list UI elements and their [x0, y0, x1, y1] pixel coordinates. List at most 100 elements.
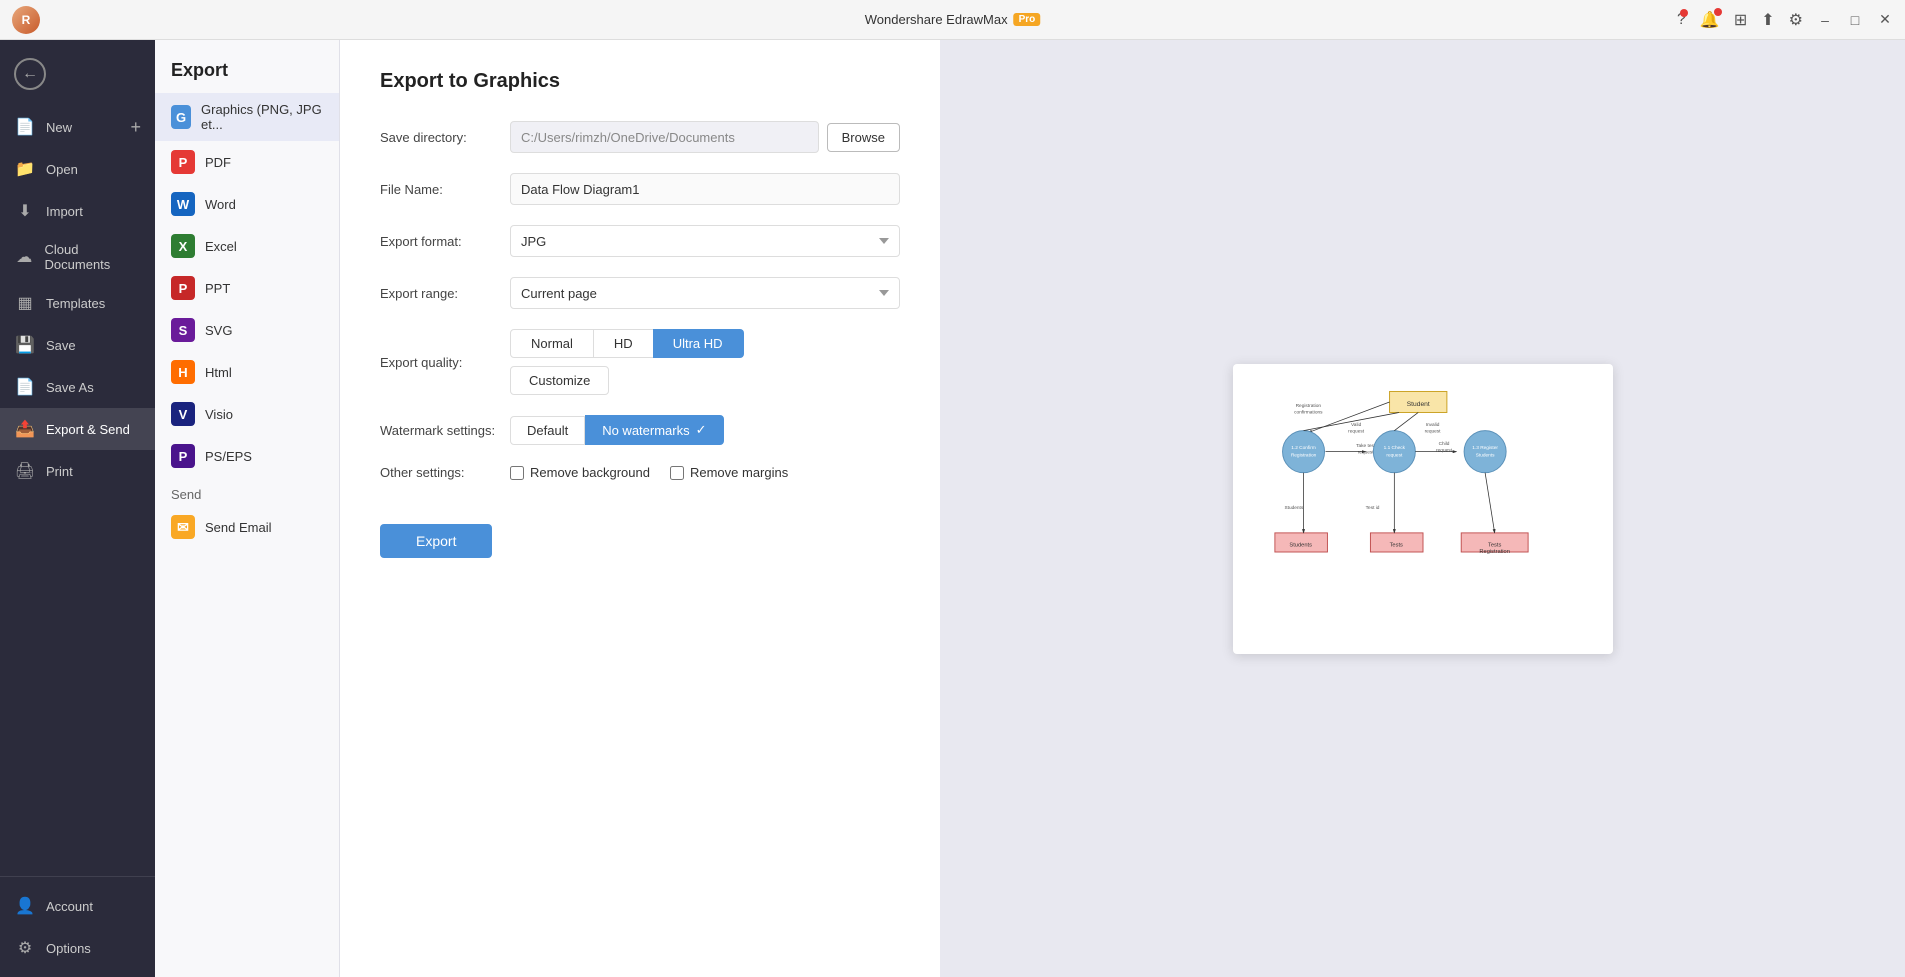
remove-background-item[interactable]: Remove background: [510, 465, 650, 480]
export-item-word[interactable]: W Word: [155, 183, 339, 225]
export-subnav: Export G Graphics (PNG, JPG et... P PDF …: [155, 40, 340, 977]
sidebar-bottom: 👤 Account ⚙ Options: [0, 876, 155, 969]
sidebar-templates-label: Templates: [46, 296, 105, 311]
export-item-svg[interactable]: S SVG: [155, 309, 339, 351]
export-form-title: Export to Graphics: [380, 70, 900, 93]
share-icon[interactable]: ⬆: [1761, 10, 1774, 30]
remove-margins-checkbox[interactable]: [670, 466, 684, 480]
open-icon: 📁: [14, 158, 36, 180]
svg-label: SVG: [205, 323, 232, 338]
templates-icon: ▦: [14, 292, 36, 314]
export-quality-controls: Normal HD Ultra HD Customize: [510, 329, 744, 395]
minimize-button[interactable]: –: [1817, 12, 1833, 28]
close-button[interactable]: ✕: [1877, 12, 1893, 28]
remove-margins-item[interactable]: Remove margins: [670, 465, 788, 480]
export-item-pdf[interactable]: P PDF: [155, 141, 339, 183]
notification-icon-wrapper[interactable]: 🔔: [1700, 10, 1720, 30]
email-icon: ✉: [171, 515, 195, 539]
export-format-select[interactable]: JPG PNG BMP SVG PDF: [510, 225, 900, 257]
export-item-excel[interactable]: X Excel: [155, 225, 339, 267]
svg-text:Registration: Registration: [1479, 548, 1510, 554]
svg-text:request: request: [1348, 428, 1365, 434]
ps-icon: P: [171, 444, 195, 468]
svg-text:Students: Students: [1289, 542, 1312, 548]
watermark-row: Watermark settings: Default No watermark…: [380, 415, 900, 445]
sidebar-item-back[interactable]: ←: [0, 48, 155, 106]
save-directory-input[interactable]: [510, 121, 819, 153]
watermark-label: Watermark settings:: [380, 423, 510, 438]
svg-text:Tests: Tests: [1389, 542, 1402, 548]
sidebar-item-account[interactable]: 👤 Account: [0, 885, 155, 927]
svg-text:1.1 Check: 1.1 Check: [1383, 444, 1405, 450]
export-item-ps[interactable]: P PS/EPS: [155, 435, 339, 477]
sidebar-item-templates[interactable]: ▦ Templates: [0, 282, 155, 324]
export-item-graphics[interactable]: G Graphics (PNG, JPG et...: [155, 93, 339, 141]
export-range-select[interactable]: Current page All pages Selected region: [510, 277, 900, 309]
new-icon: 📄: [14, 116, 36, 138]
sidebar-item-options[interactable]: ⚙ Options: [0, 927, 155, 969]
titlebar-left: R: [12, 6, 40, 34]
pdf-icon: P: [171, 150, 195, 174]
remove-background-checkbox[interactable]: [510, 466, 524, 480]
export-item-ppt[interactable]: P PPT: [155, 267, 339, 309]
other-settings-checkboxes: Remove background Remove margins: [510, 465, 788, 480]
quality-hd-button[interactable]: HD: [594, 329, 653, 358]
sidebar-item-cloud[interactable]: ☁ Cloud Documents: [0, 232, 155, 282]
svg-text:request: request: [1357, 449, 1374, 455]
sidebar-item-export[interactable]: 📤 Export & Send: [0, 408, 155, 450]
export-quality-row: Export quality: Normal HD Ultra HD Custo…: [380, 329, 900, 395]
apps-icon[interactable]: ⊞: [1734, 10, 1747, 30]
export-item-html[interactable]: H Html: [155, 351, 339, 393]
remove-margins-label: Remove margins: [690, 465, 788, 480]
quality-ultrahd-button[interactable]: Ultra HD: [653, 329, 744, 358]
svg-text:Registration: Registration: [1295, 402, 1321, 408]
help-notif-dot: [1680, 9, 1688, 17]
browse-button[interactable]: Browse: [827, 123, 900, 152]
sidebar-item-saveas[interactable]: 📄 Save As: [0, 366, 155, 408]
customize-button[interactable]: Customize: [510, 366, 609, 395]
sidebar-item-import[interactable]: ⬇ Import: [0, 190, 155, 232]
svg-text:Test id: Test id: [1365, 505, 1379, 511]
file-name-row: File Name:: [380, 173, 900, 205]
export-icon: 📤: [14, 418, 36, 440]
sidebar-item-save[interactable]: 💾 Save: [0, 324, 155, 366]
sidebar-item-open[interactable]: 📁 Open: [0, 148, 155, 190]
settings-icon[interactable]: ⚙: [1789, 10, 1803, 30]
quality-group: Normal HD Ultra HD: [510, 329, 744, 358]
svg-text:Valid: Valid: [1350, 421, 1361, 427]
html-label: Html: [205, 365, 232, 380]
export-format-row: Export format: JPG PNG BMP SVG PDF: [380, 225, 900, 257]
excel-label: Excel: [205, 239, 237, 254]
export-button[interactable]: Export: [380, 524, 492, 558]
avatar[interactable]: R: [12, 6, 40, 34]
svg-text:Student: Student: [1406, 400, 1429, 407]
excel-icon: X: [171, 234, 195, 258]
export-item-visio[interactable]: V Visio: [155, 393, 339, 435]
sidebar-cloud-label: Cloud Documents: [45, 242, 141, 272]
file-name-input[interactable]: [510, 173, 900, 205]
html-icon: H: [171, 360, 195, 384]
export-item-email[interactable]: ✉ Send Email: [155, 506, 339, 548]
svg-text:Tests: Tests: [1487, 542, 1500, 548]
word-label: Word: [205, 197, 236, 212]
sidebar-item-print[interactable]: 🖨 Print: [0, 450, 155, 492]
export-button-row: Export: [380, 500, 900, 558]
titlebar-title: Wondershare EdrawMax Pro: [865, 12, 1041, 27]
quality-normal-button[interactable]: Normal: [510, 329, 594, 358]
save-directory-label: Save directory:: [380, 130, 510, 145]
help-icon-wrapper[interactable]: ?: [1677, 11, 1686, 29]
diagram-preview: Student Registration confirmations 1.2 C…: [1249, 380, 1597, 638]
sidebar-item-new[interactable]: 📄 New +: [0, 106, 155, 148]
word-icon: W: [171, 192, 195, 216]
other-settings-row: Other settings: Remove background Remove…: [380, 465, 900, 480]
other-settings-label: Other settings:: [380, 465, 510, 480]
visio-label: Visio: [205, 407, 233, 422]
visio-icon: V: [171, 402, 195, 426]
sidebar-options-label: Options: [46, 941, 91, 956]
svg-text:Invalid: Invalid: [1425, 421, 1439, 427]
export-quality-label: Export quality:: [380, 355, 510, 370]
maximize-button[interactable]: □: [1847, 12, 1863, 28]
titlebar: R Wondershare EdrawMax Pro ? 🔔 ⊞ ⬆ ⚙ – □…: [0, 0, 1905, 40]
watermark-default-button[interactable]: Default: [510, 416, 585, 445]
watermark-active-button[interactable]: No watermarks ✓: [585, 415, 723, 445]
